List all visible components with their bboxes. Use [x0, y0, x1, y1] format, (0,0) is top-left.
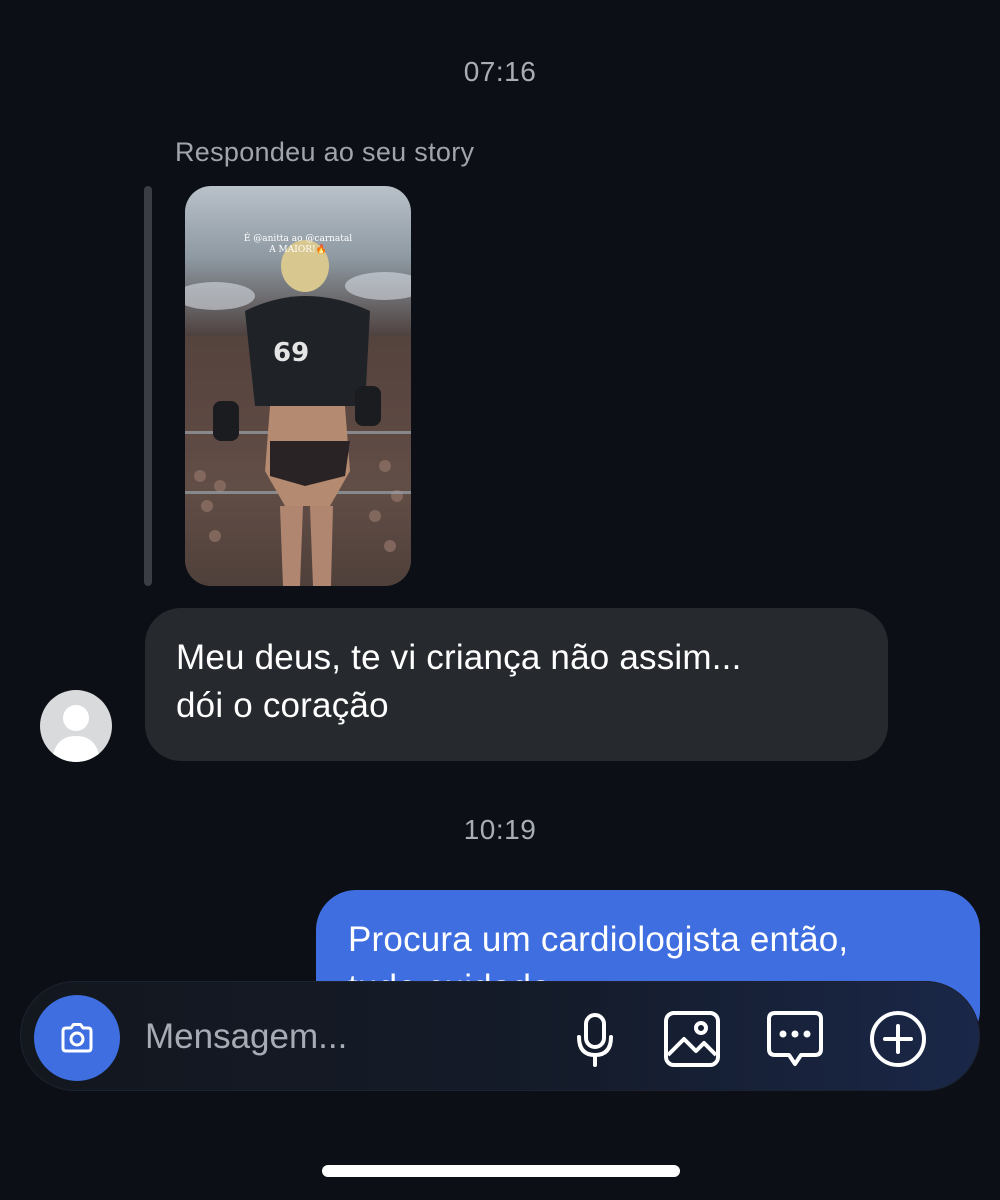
- story-caption-line-1: É @anitta ao @carnatal: [243, 234, 353, 244]
- message-input[interactable]: [145, 1015, 545, 1059]
- timestamp: 10:19: [463, 814, 537, 845]
- sticker-button[interactable]: [765, 1009, 825, 1069]
- dm-screen: 07:16 Respondeu ao seu story 69 É @anitt…: [0, 0, 1000, 1200]
- story-caption: É @anitta ao @carnatal A MAIOR!🔥: [185, 234, 411, 256]
- timestamp: 07:16: [463, 56, 537, 87]
- reply-quote-bar: [144, 186, 152, 586]
- avatar[interactable]: [40, 690, 112, 762]
- plus-icon: [870, 1011, 926, 1067]
- default-avatar-icon: [52, 705, 100, 762]
- gallery-button[interactable]: [662, 1009, 722, 1069]
- story-reply-note: Respondeu ao seu story: [175, 137, 475, 167]
- camera-button[interactable]: [34, 995, 120, 1081]
- home-indicator[interactable]: [322, 1165, 680, 1177]
- more-options-button[interactable]: [868, 1009, 928, 1069]
- camera-icon: [61, 1023, 93, 1053]
- microphone-icon: [577, 1013, 613, 1067]
- sticker-icon: [767, 1011, 823, 1066]
- incoming-message-bubble[interactable]: Meu deus, te vi criança não assim... dói…: [145, 608, 888, 761]
- story-caption-line-2: A MAIOR!🔥: [269, 245, 327, 255]
- incoming-message-line: dói o coração: [176, 686, 389, 725]
- svg-text:69: 69: [273, 338, 309, 368]
- microphone-button[interactable]: [565, 1009, 625, 1069]
- story-thumbnail[interactable]: 69 É @anitta ao @carnatal A MAIOR!🔥: [185, 186, 411, 586]
- message-composer: [20, 981, 980, 1091]
- outgoing-message-line: Procura um cardiologista então,: [348, 920, 849, 959]
- gallery-icon: [664, 1011, 720, 1067]
- incoming-message-line: Meu deus, te vi criança não assim...: [176, 638, 742, 677]
